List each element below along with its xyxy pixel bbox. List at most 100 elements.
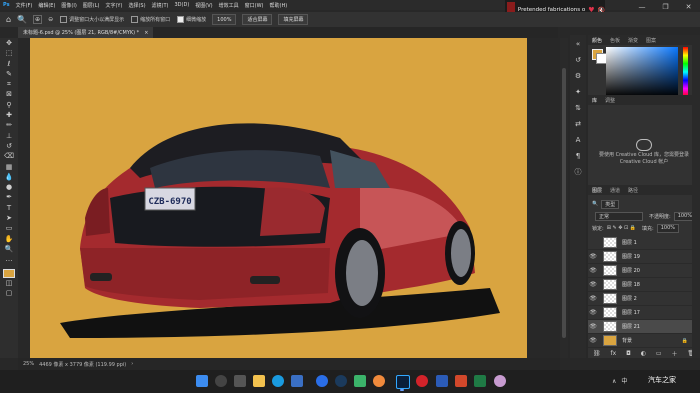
layer-row[interactable]: 👁 背景 🔒 xyxy=(588,334,692,348)
info-panel-icon[interactable]: ⓘ xyxy=(572,165,584,179)
properties-panel-icon[interactable]: ⚙ xyxy=(572,69,584,83)
menu-item-image[interactable]: 图像(I) xyxy=(58,2,79,9)
crop-tool-icon[interactable]: ⌗ xyxy=(2,79,16,89)
powerpoint-icon[interactable] xyxy=(455,375,467,387)
start-icon[interactable] xyxy=(196,375,208,387)
eye-icon[interactable]: 👁 xyxy=(588,267,598,274)
steam-icon[interactable] xyxy=(335,375,347,387)
eye-icon[interactable]: 👁 xyxy=(588,309,598,316)
photoshop-taskbar-icon[interactable] xyxy=(396,375,410,389)
fit-screen-button[interactable]: 适合屏幕 xyxy=(242,14,273,25)
marquee-tool-icon[interactable]: ⬚ xyxy=(2,48,16,58)
menu-item-plugins[interactable]: 增效工具 xyxy=(216,2,242,9)
menu-item-type[interactable]: 文字(Y) xyxy=(102,2,125,9)
tab-adjustments[interactable]: 调整 xyxy=(601,97,619,104)
zoom-out-icon[interactable]: ⊖ xyxy=(48,16,53,23)
ime-indicator[interactable]: 中 xyxy=(621,378,627,385)
quick-mask-icon[interactable]: ◫ xyxy=(2,278,16,288)
layer-row[interactable]: 👁 图层 18 xyxy=(588,278,692,292)
tray-arrow-icon[interactable]: ∧ xyxy=(612,378,616,385)
blur-tool-icon[interactable]: 💧 xyxy=(2,172,16,182)
eye-icon[interactable]: 👁 xyxy=(588,253,598,260)
hand-tool-icon[interactable]: ✋ xyxy=(2,234,16,244)
app-avatar-icon[interactable] xyxy=(494,375,506,387)
pen-tool-icon[interactable]: ✒ xyxy=(2,192,16,202)
tab-gradients[interactable]: 渐变 xyxy=(624,37,642,44)
lock-icons[interactable]: ⊞ ✎ ✥ ⊡ 🔒 xyxy=(607,225,636,231)
zoom-tool-icon[interactable]: 🔍 xyxy=(17,15,27,24)
menu-item-layer[interactable]: 图层(L) xyxy=(80,2,103,9)
menu-item-select[interactable]: 选择(S) xyxy=(125,2,148,9)
app-orange-icon[interactable] xyxy=(373,375,385,387)
tab-swatches[interactable]: 色板 xyxy=(606,37,624,44)
document-canvas[interactable]: CZB-6970 xyxy=(30,38,527,358)
tab-channels[interactable]: 通道 xyxy=(606,187,624,194)
menu-item-3d[interactable]: 3D(D) xyxy=(172,2,193,8)
dodge-tool-icon[interactable]: ● xyxy=(2,182,16,192)
history-brush-icon[interactable]: ↺ xyxy=(2,141,16,151)
color-picker-field[interactable] xyxy=(606,47,678,97)
excel-icon[interactable] xyxy=(474,375,486,387)
frame-tool-icon[interactable]: ⊠ xyxy=(2,89,16,99)
word-icon[interactable] xyxy=(436,375,448,387)
hue-slider[interactable] xyxy=(683,47,688,97)
eyedropper-tool-icon[interactable]: ⚲ xyxy=(2,100,16,110)
blend-mode-select[interactable]: 正常 xyxy=(595,211,643,221)
layer-row[interactable]: 👁 图层 20 xyxy=(588,264,692,278)
paths-panel-icon[interactable]: ⇄ xyxy=(572,117,584,131)
new-group-icon[interactable]: ▭ xyxy=(656,350,662,357)
healing-tool-icon[interactable]: ✚ xyxy=(2,110,16,120)
collapse-panels-icon[interactable]: « xyxy=(572,37,584,51)
fill-screen-button[interactable]: 填充屏幕 xyxy=(278,14,309,25)
link-layers-icon[interactable]: ⛓ xyxy=(593,350,601,357)
stamp-tool-icon[interactable]: ⊥ xyxy=(2,131,16,141)
shape-tool-icon[interactable]: ▭ xyxy=(2,223,16,233)
history-panel-icon[interactable]: ↺ xyxy=(572,53,584,67)
document-tab[interactable]: 未标题-6.psd @ 25% (图层 21, RGB/8#/CMYK) * × xyxy=(18,27,154,38)
tab-libraries[interactable]: 库 xyxy=(588,97,601,104)
app-l-icon[interactable] xyxy=(316,375,328,387)
paragraph-panel-icon[interactable]: ¶ xyxy=(572,149,584,163)
brush-tool-icon[interactable]: ✏ xyxy=(2,120,16,130)
menu-item-window[interactable]: 窗口(W) xyxy=(242,2,267,9)
home-icon[interactable]: ⌂ xyxy=(6,15,11,24)
minimize-icon[interactable]: — xyxy=(638,3,645,11)
netease-music-icon[interactable] xyxy=(416,375,428,387)
character-panel-icon[interactable]: A xyxy=(572,133,584,147)
edge-icon[interactable] xyxy=(272,375,284,387)
menu-item-file[interactable]: 文件(F) xyxy=(13,2,36,9)
menu-item-help[interactable]: 帮助(H) xyxy=(267,2,291,9)
layer-row[interactable]: 👁 图层 19 xyxy=(588,250,692,264)
foreground-color-swatch[interactable] xyxy=(3,268,15,278)
tab-paths[interactable]: 路径 xyxy=(624,187,642,194)
quick-select-tool-icon[interactable]: ✎ xyxy=(2,69,16,79)
app-green-icon[interactable] xyxy=(354,375,366,387)
menu-item-view[interactable]: 视图(V) xyxy=(192,2,215,9)
tab-patterns[interactable]: 图案 xyxy=(642,37,660,44)
tab-layers[interactable]: 图层 xyxy=(588,187,606,194)
lasso-tool-icon[interactable]: ℓ xyxy=(2,59,16,69)
resize-windows-checkbox[interactable]: 调整窗口大小以满屏显示 xyxy=(60,16,124,23)
zoom-all-windows-checkbox[interactable]: 缩放所有窗口 xyxy=(131,16,170,23)
zoom-100-button[interactable]: 100% xyxy=(212,14,237,25)
file-explorer-icon[interactable] xyxy=(253,375,265,387)
gradient-tool-icon[interactable]: ▦ xyxy=(2,162,16,172)
task-view-icon[interactable] xyxy=(234,375,246,387)
brushes-panel-icon[interactable]: ✦ xyxy=(572,85,584,99)
close-tab-icon[interactable]: × xyxy=(144,30,148,36)
type-tool-icon[interactable]: T xyxy=(2,203,16,213)
close-icon[interactable]: ✕ xyxy=(686,3,692,11)
scrubby-zoom-checkbox[interactable]: 细微缩放 xyxy=(177,16,206,23)
ps-logo-icon[interactable]: Ps xyxy=(0,2,13,8)
menu-item-edit[interactable]: 编辑(E) xyxy=(35,2,58,9)
eye-icon[interactable]: 👁 xyxy=(588,337,598,344)
menu-item-filter[interactable]: 滤镜(T) xyxy=(149,2,172,9)
layer-row[interactable]: 👁 图层 2 xyxy=(588,292,692,306)
zoom-level[interactable]: 25% xyxy=(23,361,34,367)
eye-icon[interactable]: 👁 xyxy=(588,323,598,330)
maximize-icon[interactable]: ❐ xyxy=(662,3,668,11)
search-icon[interactable] xyxy=(215,375,227,387)
new-layer-icon[interactable]: ＋ xyxy=(671,349,677,358)
eye-icon[interactable]: 👁 xyxy=(588,281,598,288)
add-mask-icon[interactable]: ◘ xyxy=(626,350,631,357)
